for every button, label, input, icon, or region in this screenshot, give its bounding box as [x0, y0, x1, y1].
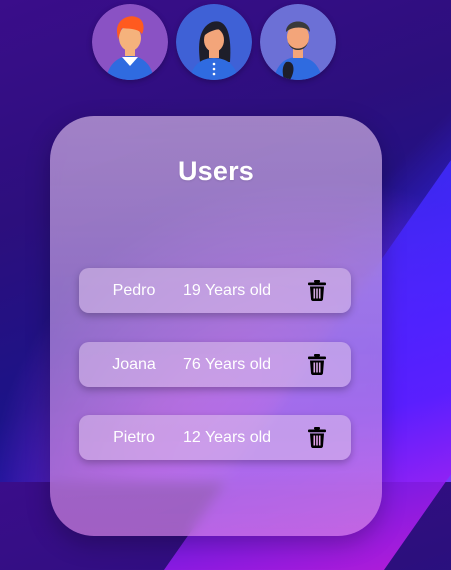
- bearded-man-avatar: [260, 4, 336, 80]
- card-title: Users: [177, 156, 255, 186]
- user-age: 12 Years old: [183, 428, 272, 446]
- user-row: Joana 76 Years old: [79, 342, 351, 387]
- user-name: Joana: [112, 355, 156, 373]
- trash-icon[interactable]: [308, 427, 326, 448]
- avatar-group: [92, 4, 336, 80]
- user-row: Pedro 19 Years old: [79, 268, 351, 313]
- user-name: Pedro: [112, 281, 156, 299]
- trash-icon[interactable]: [308, 280, 326, 301]
- users-card: Users Pedro 19 Years old Joana 76 Years …: [50, 116, 382, 536]
- red-haired-man-avatar: [92, 4, 168, 80]
- user-age: 76 Years old: [183, 355, 272, 373]
- user-age: 19 Years old: [183, 281, 272, 299]
- trash-icon[interactable]: [308, 354, 326, 375]
- user-name: Pietro: [113, 428, 155, 446]
- dark-haired-woman-avatar: [176, 4, 252, 80]
- user-row: Pietro 12 Years old: [79, 415, 351, 460]
